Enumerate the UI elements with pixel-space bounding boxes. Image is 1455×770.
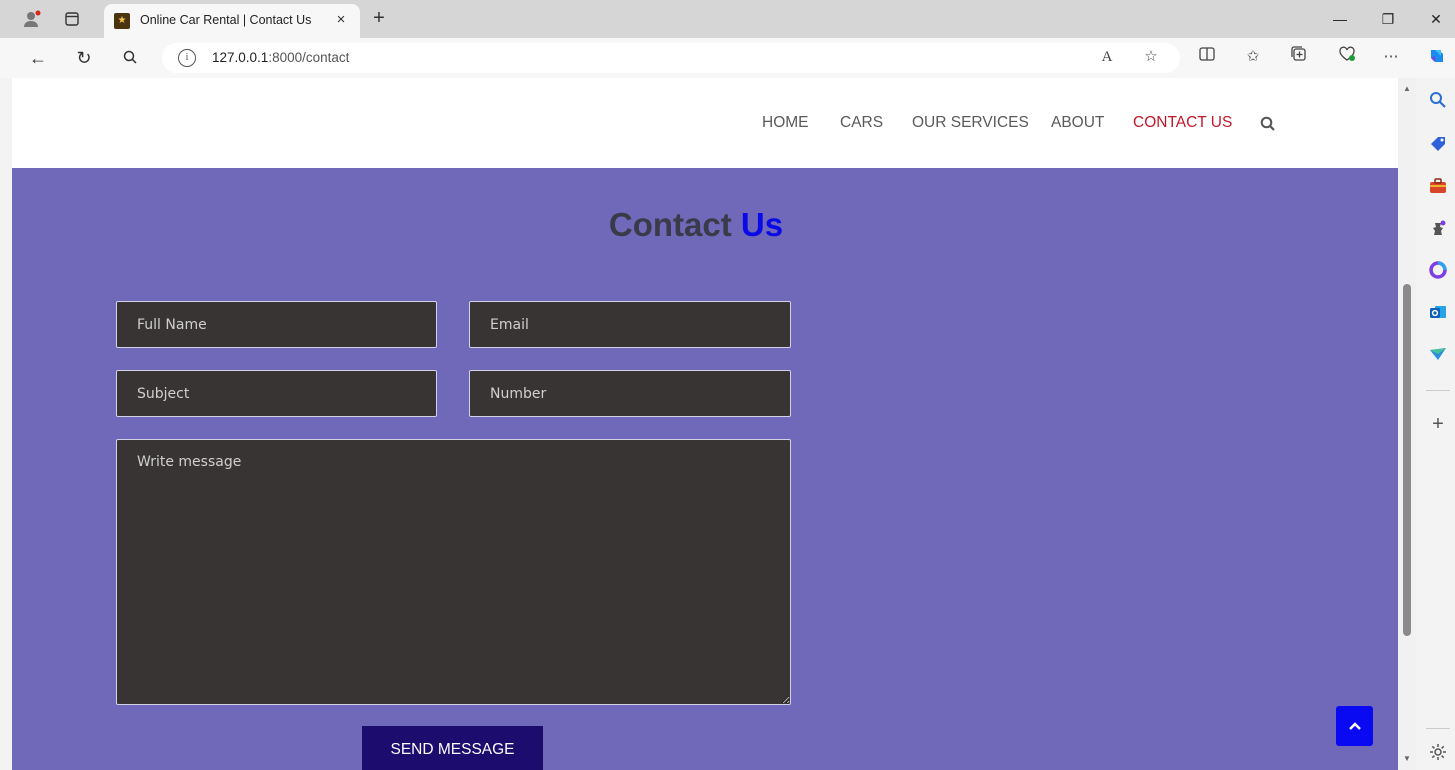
favorites-icon[interactable]: ✩ — [1242, 46, 1264, 68]
message-textarea[interactable] — [116, 439, 791, 705]
microsoft365-icon[interactable] — [1428, 260, 1448, 280]
tab-close-icon[interactable]: × — [332, 11, 350, 29]
subject-input[interactable] — [116, 370, 437, 417]
browser-tab-bar: ★ Online Car Rental | Contact Us × + — ❐… — [0, 0, 1455, 38]
nav-contact-us[interactable]: CONTACT US — [1133, 114, 1232, 132]
email-input[interactable] — [469, 301, 791, 348]
chevron-up-icon — [1348, 722, 1361, 730]
send-drop-icon[interactable] — [1428, 344, 1448, 364]
more-options-icon[interactable]: ⋯ — [1380, 46, 1402, 68]
outlook-icon[interactable] — [1428, 302, 1448, 322]
sidebar-divider — [1426, 728, 1450, 729]
site-favicon-icon: ★ — [114, 13, 130, 29]
scrollbar-thumb[interactable] — [1403, 284, 1411, 636]
edge-sidebar: + — [1420, 78, 1455, 770]
title-main: Contact — [608, 206, 741, 243]
active-tab[interactable]: ★ Online Car Rental | Contact Us × — [104, 4, 360, 38]
minimize-button[interactable]: — — [1328, 8, 1352, 30]
games-chess-icon[interactable] — [1428, 218, 1448, 238]
nav-about[interactable]: ABOUT — [1051, 114, 1104, 132]
favorite-star-icon[interactable]: ☆ — [1140, 46, 1162, 68]
close-window-button[interactable]: ✕ — [1424, 8, 1448, 30]
new-tab-button[interactable]: + — [368, 7, 390, 29]
reload-button[interactable]: ↻ — [72, 46, 96, 70]
number-input[interactable] — [469, 370, 791, 417]
title-accent: Us — [740, 206, 784, 243]
split-screen-icon[interactable] — [1196, 46, 1218, 68]
scroll-up-arrow-icon[interactable]: ▲ — [1402, 84, 1412, 93]
site-info-icon[interactable]: i — [178, 49, 196, 67]
profile-icon[interactable] — [22, 9, 42, 29]
page-viewport: HOME CARS OUR SERVICES ABOUT CONTACT US … — [12, 78, 1398, 770]
sidebar-search-icon[interactable] — [1428, 90, 1448, 110]
read-aloud-icon[interactable]: A — [1096, 46, 1118, 68]
tab-title: Online Car Rental | Contact Us — [140, 13, 312, 27]
nav-home[interactable]: HOME — [762, 114, 809, 132]
search-icon[interactable] — [1260, 116, 1276, 132]
page-title: Contact Us — [12, 206, 1398, 244]
shopping-tag-icon[interactable] — [1428, 134, 1448, 154]
send-message-button[interactable]: Send Message — [362, 726, 543, 770]
copilot-icon[interactable] — [1426, 46, 1448, 68]
collections-icon[interactable] — [1288, 46, 1310, 68]
search-icon[interactable] — [118, 46, 142, 70]
sidebar-settings-gear-icon[interactable] — [1428, 742, 1448, 762]
back-button[interactable]: ← — [26, 46, 50, 70]
tab-actions-icon[interactable] — [62, 9, 82, 29]
site-header: HOME CARS OUR SERVICES ABOUT CONTACT US — [12, 78, 1398, 168]
nav-cars[interactable]: CARS — [840, 114, 883, 132]
page-scrollbar[interactable]: ▲ ▼ — [1398, 78, 1416, 770]
address-bar[interactable]: i 127.0.0.1:8000/contact — [162, 43, 1180, 73]
back-to-top-button[interactable] — [1336, 706, 1373, 746]
sidebar-divider — [1426, 390, 1450, 391]
url-text[interactable]: 127.0.0.1:8000/contact — [212, 50, 349, 65]
restore-button[interactable]: ❐ — [1376, 8, 1400, 30]
address-toolbar: ← ↻ i 127.0.0.1:8000/contact A ☆ ✩ ⋯ — [0, 38, 1455, 78]
nav-our-services[interactable]: OUR SERVICES — [912, 114, 1029, 132]
tools-briefcase-icon[interactable] — [1428, 176, 1448, 196]
add-sidebar-app-icon[interactable]: + — [1428, 414, 1448, 434]
scroll-down-arrow-icon[interactable]: ▼ — [1402, 754, 1412, 763]
browser-essentials-icon[interactable] — [1336, 46, 1358, 68]
full-name-input[interactable] — [116, 301, 437, 348]
